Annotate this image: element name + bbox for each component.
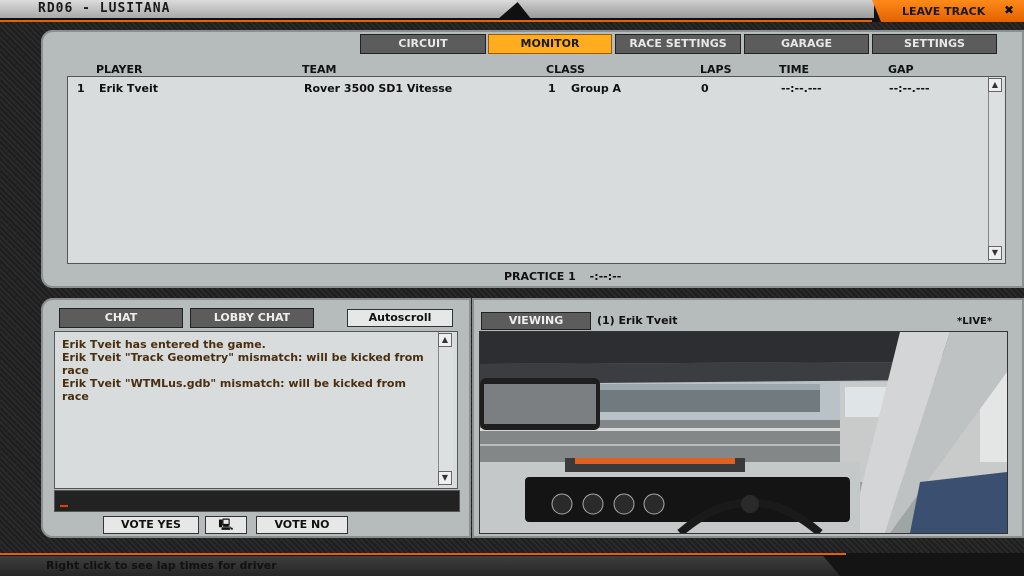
title-accent-line bbox=[0, 20, 872, 22]
row-laps: 0 bbox=[701, 82, 709, 95]
chat-message: Erik Tveit "WTMLus.gdb" mismatch: will b… bbox=[62, 377, 406, 403]
title-plate-right bbox=[516, 0, 874, 18]
scroll-down-icon[interactable]: ▼ bbox=[988, 246, 1002, 260]
row-class-name: Group A bbox=[571, 82, 622, 95]
tab-race-settings[interactable]: RACE SETTINGS bbox=[615, 34, 741, 54]
tab-monitor[interactable]: MONITOR bbox=[488, 34, 612, 54]
column-gap[interactable]: GAP bbox=[888, 63, 914, 76]
exit-icon: ✖ bbox=[1004, 3, 1015, 17]
vote-no-button[interactable]: VOTE NO bbox=[256, 516, 348, 534]
chat-scrollbar[interactable] bbox=[438, 332, 453, 486]
scroll-down-icon[interactable]: ▼ bbox=[438, 471, 452, 485]
viewing-button[interactable]: VIEWING bbox=[481, 312, 591, 330]
row-class-number: 1 bbox=[548, 82, 556, 95]
chat-input[interactable] bbox=[54, 490, 460, 512]
cockpit-image bbox=[480, 332, 1007, 533]
leave-track-label: LEAVE TRACK bbox=[902, 5, 986, 18]
tab-chat[interactable]: CHAT bbox=[59, 308, 183, 328]
standings-list bbox=[67, 76, 1006, 264]
window-title: RD06 - LUSITANA bbox=[38, 1, 171, 16]
session-status: PRACTICE 1 -:--:-- bbox=[504, 270, 621, 283]
row-gap: --:--.--- bbox=[889, 82, 930, 95]
leave-track-button[interactable]: LEAVE TRACK ✖ bbox=[872, 0, 1024, 22]
row-team: Rover 3500 SD1 Vitesse bbox=[304, 82, 453, 95]
row-time: --:--.--- bbox=[781, 82, 822, 95]
onboard-camera-view bbox=[479, 331, 1008, 534]
status-hint: Right click to see lap times for driver bbox=[46, 559, 277, 572]
scroll-up-icon[interactable]: ▲ bbox=[438, 333, 452, 347]
live-indicator: *LIVE* bbox=[957, 316, 993, 327]
tab-lobby-chat[interactable]: LOBBY CHAT bbox=[190, 308, 314, 328]
tab-garage[interactable]: GARAGE bbox=[744, 34, 869, 54]
vote-yes-button[interactable]: VOTE YES bbox=[103, 516, 199, 534]
column-class[interactable]: CLASS bbox=[546, 63, 585, 76]
session-label: PRACTICE 1 bbox=[504, 270, 576, 283]
column-team[interactable]: TEAM bbox=[302, 63, 336, 76]
row-player: Erik Tveit bbox=[99, 82, 159, 95]
column-player[interactable]: PLAYER bbox=[96, 63, 142, 76]
row-position: 1 bbox=[77, 82, 85, 95]
column-laps[interactable]: LAPS bbox=[700, 63, 732, 76]
viewed-driver: (1) Erik Tveit bbox=[597, 314, 678, 327]
tab-settings[interactable]: SETTINGS bbox=[872, 34, 997, 54]
standings-scrollbar[interactable] bbox=[988, 77, 1003, 261]
autoscroll-button[interactable]: Autoscroll bbox=[347, 309, 453, 327]
monitor-icon[interactable]: 🖳 bbox=[205, 516, 247, 534]
chat-log: Erik Tveit has entered the game. Erik Tv… bbox=[54, 331, 458, 489]
scroll-up-icon[interactable]: ▲ bbox=[988, 78, 1002, 92]
column-time[interactable]: TIME bbox=[779, 63, 809, 76]
status-accent-line bbox=[0, 553, 846, 555]
session-time: -:--:-- bbox=[589, 270, 622, 283]
chat-message: Erik Tveit has entered the game. bbox=[62, 338, 266, 351]
text-cursor bbox=[60, 505, 68, 507]
tab-circuit[interactable]: CIRCUIT bbox=[360, 34, 486, 54]
chat-message: Erik Tveit "Track Geometry" mismatch: wi… bbox=[62, 351, 424, 377]
